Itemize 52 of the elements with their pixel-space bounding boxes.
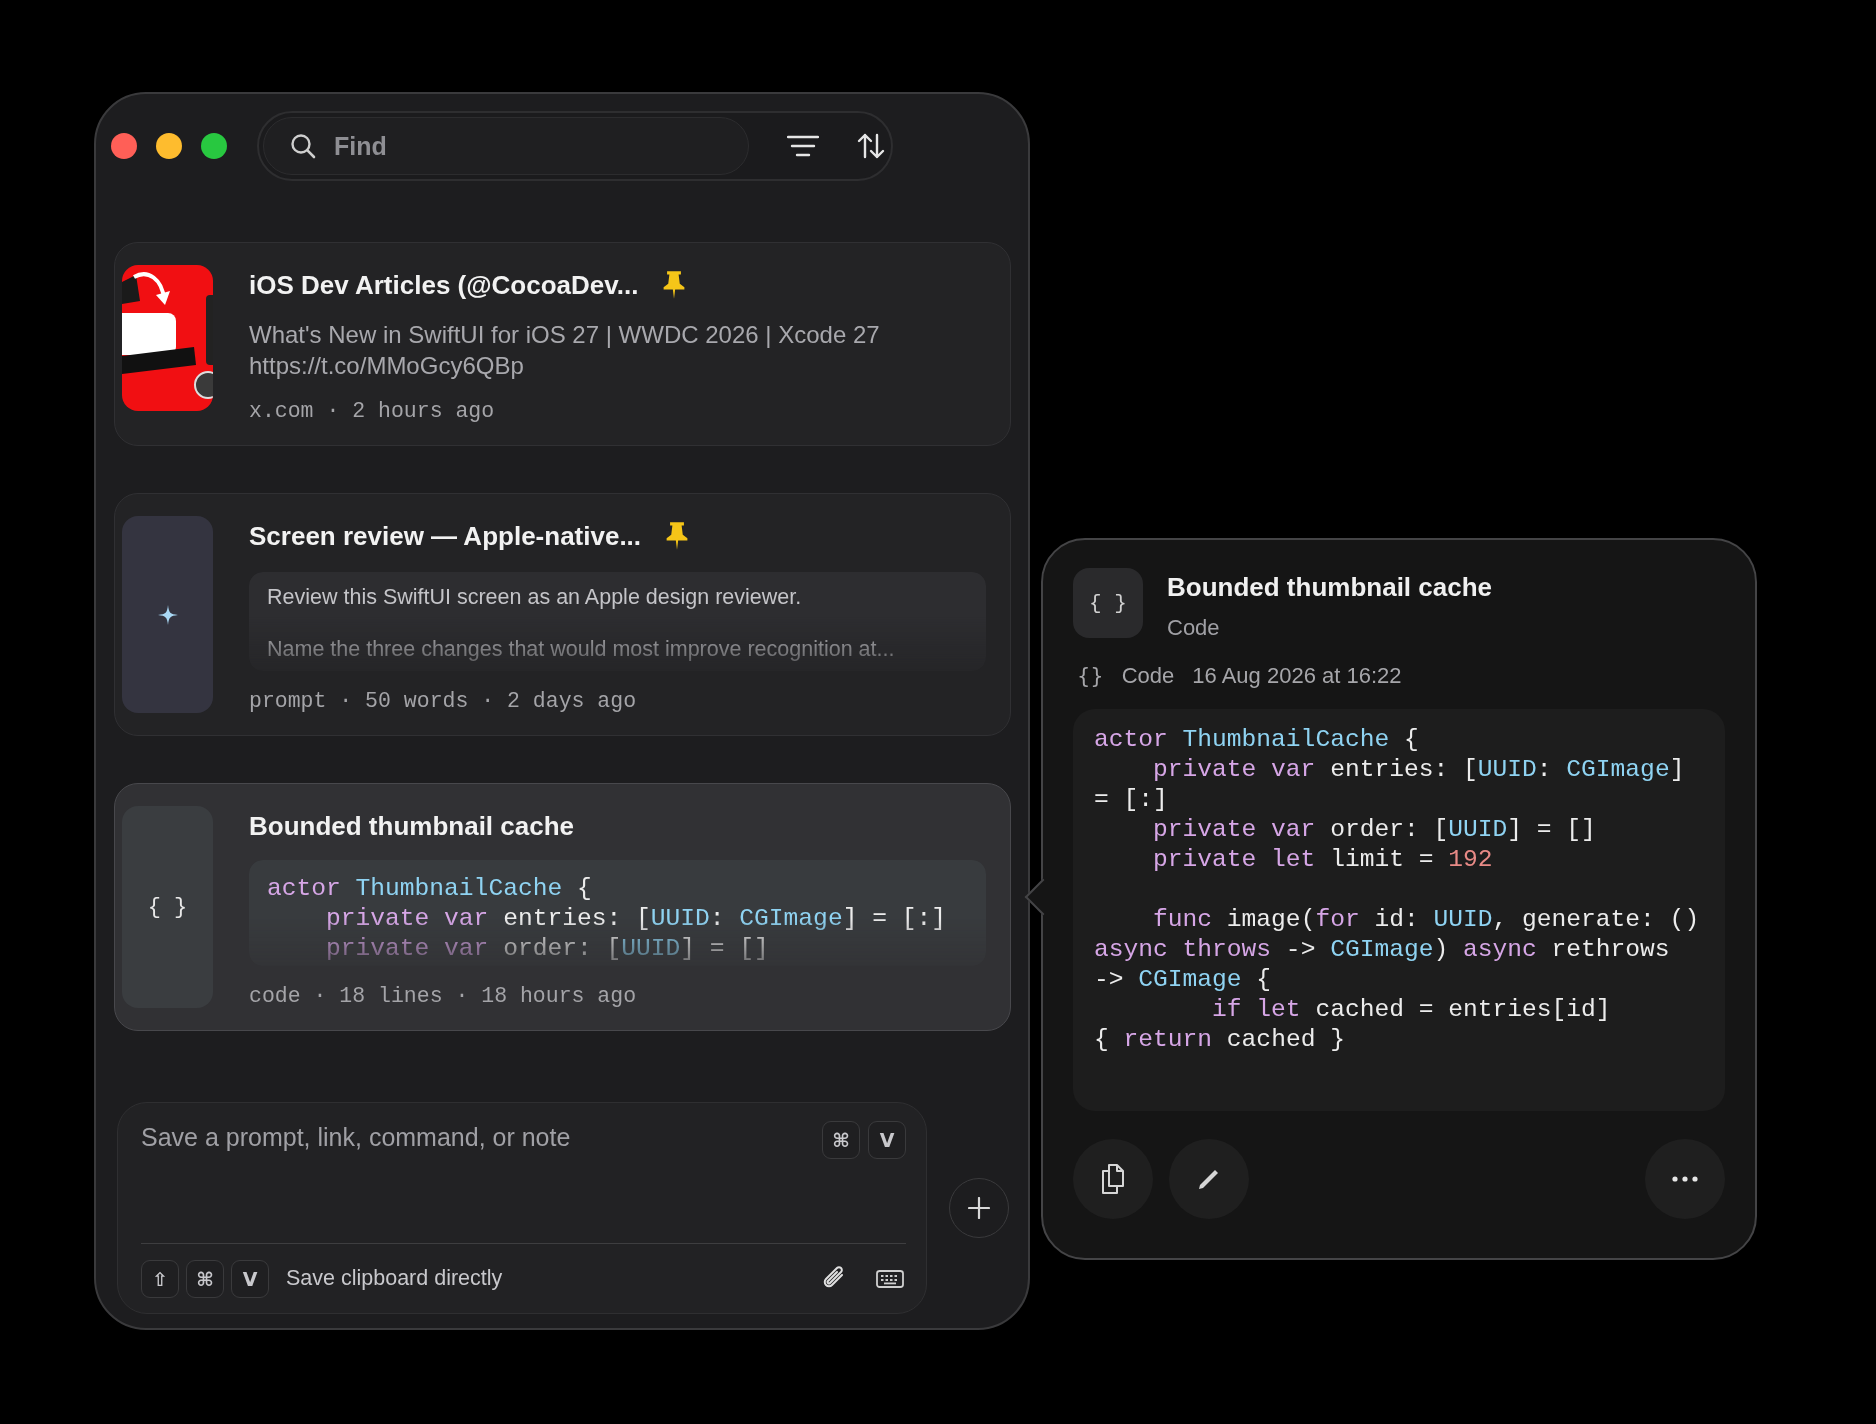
hint-label: Save clipboard directly [286, 1266, 504, 1292]
code-line: actor ThumbnailCache { [1094, 725, 1420, 755]
clip-card[interactable]: { } Bounded thumbnail cache actor ThumbnailCache { private var entries: [UUID: CGImage] = [:] private var order: [UUID] = [] code · 18 lines · 18 hours ago [114, 783, 1011, 1031]
minimize-button[interactable] [156, 133, 182, 159]
detail-title: Bounded thumbnail cache [1167, 572, 1493, 603]
item-meta: prompt · 50 words · 2 days ago [249, 689, 638, 713]
key-cap: V [231, 1259, 269, 1298]
code-line: private var order: [UUID] = [] [1152, 815, 1597, 845]
code-line: if let cached = entries[id] [1211, 995, 1612, 1025]
key-cap: ⌘ [186, 1259, 224, 1298]
key-cap: V [868, 1121, 906, 1159]
code-line: private var entries: [UUID: CGImage] = [:] [325, 904, 947, 934]
braces-icon: {} [1077, 664, 1104, 688]
code-line: private var entries: [UUID: CGImage] [1152, 755, 1686, 785]
braces-icon: { } [1073, 568, 1143, 638]
search-field[interactable]: Find [263, 117, 749, 175]
ellipsis-icon [1672, 1176, 1698, 1182]
detail-subtitle: Code [1167, 615, 1221, 641]
clip-card[interactable]: Screen review — Apple-native... Review this SwiftUI screen as an Apple design reviewer. Name the three changes that would most improve recognition at... prompt · 50 words · 2 days ago [114, 493, 1011, 736]
item-description: What's New in SwiftUI for iOS 27 | WWDC 2026 | Xcode 27 https://t.co/MMoGcy6QBp [249, 320, 881, 381]
item-title: Bounded thumbnail cache [249, 810, 575, 842]
plus-icon [968, 1197, 990, 1219]
search-input[interactable]: Find [332, 130, 716, 162]
preview-line: Review this SwiftUI screen as an Apple design reviewer. [267, 584, 803, 610]
key-cap: ⇧ [141, 1259, 179, 1298]
code-line: actor ThumbnailCache { [267, 874, 593, 904]
search-icon [290, 133, 316, 159]
code-line: private var order: [UUID] = [] [325, 934, 770, 964]
code-line: async throws -> CGImage) async rethrows [1094, 935, 1671, 965]
item-title: iOS Dev Articles (@CocoaDev... [249, 269, 639, 301]
code-line: func image(for id: UUID, generate: () [1152, 905, 1701, 935]
note-input-area[interactable]: Save a prompt, link, command, or note ⌘ V [141, 1121, 906, 1245]
date-label: 16 Aug 2026 at 16:22 [1192, 663, 1402, 689]
zoom-button[interactable] [201, 133, 227, 159]
clip-card[interactable]: iOS Dev Articles (@CocoaDev... What's New in SwiftUI for iOS 27 | WWDC 2026 | Xcode 27 https://t.co/MMoGcy6QBp x.com · 2 hours ago [114, 242, 1011, 446]
braces-icon: { } [147, 894, 188, 920]
close-button[interactable] [111, 133, 137, 159]
note-field[interactable]: Save a prompt, link, command, or note [141, 1121, 814, 1223]
code-line: = [:] [1094, 785, 1169, 815]
keyboard-icon[interactable] [876, 1268, 904, 1289]
preview-line: Name the three changes that would most improve recognition at... [267, 636, 896, 662]
code-line: { return cached } [1094, 1025, 1346, 1055]
sort-icon[interactable] [857, 133, 885, 159]
code-line: private let limit = 192 [1152, 845, 1494, 875]
copy-icon [1100, 1163, 1126, 1195]
key-cap: ⌘ [822, 1121, 860, 1159]
item-meta: x.com · 2 hours ago [249, 399, 496, 423]
filter-icon[interactable] [787, 135, 819, 157]
item-meta: code · 18 lines · 18 hours ago [249, 984, 638, 1008]
code-line: -> CGImage { [1094, 965, 1273, 995]
item-title: Screen review — Apple-native... [249, 520, 642, 552]
type-label: Code [1121, 663, 1175, 689]
